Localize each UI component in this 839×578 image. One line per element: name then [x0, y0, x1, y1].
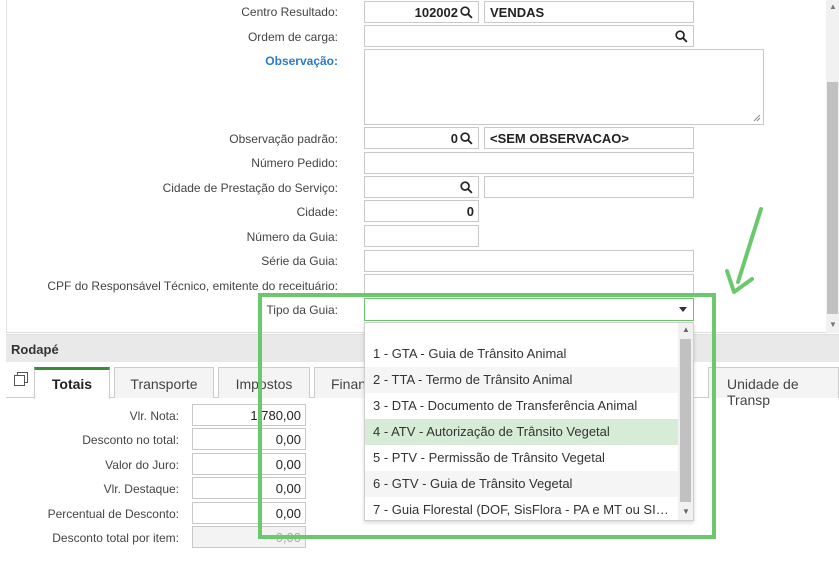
dropdown-option[interactable]: 1 - GTA - Guia de Trânsito Animal [365, 341, 678, 367]
dropdown-option[interactable]: 2 - TTA - Termo de Trânsito Animal [365, 367, 678, 393]
tipo-guia-label: Tipo da Guia: [266, 303, 338, 317]
cidade-prestacao-label: Cidade de Prestação do Serviço: [162, 181, 338, 195]
scroll-up-icon[interactable]: ▲ [682, 325, 690, 334]
observacao-padrao-label: Observação padrão: [229, 132, 338, 146]
observacao-padrao-desc: <SEM OBSERVACAO> [490, 131, 629, 146]
dropdown-option[interactable]: 6 - GTV - Guia de Trânsito Vegetal [365, 471, 678, 497]
tab-totais[interactable]: Totais [34, 367, 110, 399]
scroll-down-icon[interactable]: ▼ [829, 320, 837, 329]
search-icon[interactable] [675, 30, 688, 43]
cidade-label: Cidade: [296, 205, 338, 219]
desconto-por-item-label: Desconto total por item: [52, 531, 179, 545]
vlr-nota-label: Vlr. Nota: [129, 409, 179, 423]
tipo-guia-dropdown: 1 - GTA - Guia de Trânsito Animal 2 - TT… [364, 322, 694, 521]
dropdown-scrollbar-thumb[interactable] [680, 339, 691, 502]
centro-resultado-label: Centro Resultado: [241, 5, 338, 19]
form-scrollbar[interactable]: ▲ ▼ [826, 0, 839, 333]
centro-resultado-desc: VENDAS [490, 5, 545, 20]
centro-resultado-desc-input[interactable]: VENDAS [484, 1, 694, 23]
tab-transporte[interactable]: Transporte [114, 367, 214, 398]
search-icon[interactable] [460, 132, 473, 145]
vlr-destaque-label: Vlr. Destaque: [103, 482, 179, 496]
cpf-responsavel-input[interactable] [364, 274, 694, 296]
form-area: Centro Resultado: 102002 VENDAS Ordem de… [0, 0, 826, 333]
form-scrollbar-thumb[interactable] [827, 82, 838, 314]
dropdown-option[interactable]: 7 - Guia Florestal (DOF, SisFlora - PA e… [365, 497, 678, 523]
numero-guia-label: Número da Guia: [246, 230, 338, 244]
serie-guia-input[interactable] [364, 250, 694, 272]
cidade-value: 0 [466, 204, 474, 219]
tipo-guia-select[interactable] [364, 298, 694, 321]
percentual-desconto-label: Percentual de Desconto: [47, 507, 179, 521]
search-icon[interactable] [460, 181, 473, 194]
vlr-nota-input[interactable]: 1.780,00 [192, 404, 306, 426]
tab-unidade-transporte[interactable]: Unidade de Transp [708, 367, 839, 408]
observacao-textarea[interactable] [364, 49, 764, 125]
dropdown-option[interactable]: 5 - PTV - Permissão de Trânsito Vegetal [365, 445, 678, 471]
cpf-responsavel-label: CPF do Responsável Técnico, emitente do … [47, 279, 338, 293]
dropdown-option[interactable]: 3 - DTA - Documento de Transferência Ani… [365, 393, 678, 419]
search-icon[interactable] [460, 6, 473, 19]
observacao-padrao-code: 0 [450, 131, 458, 146]
observacao-label: Observação: [265, 54, 338, 68]
numero-pedido-label: Número Pedido: [251, 156, 338, 170]
scroll-up-icon[interactable]: ▲ [829, 2, 837, 11]
chevron-down-icon[interactable] [679, 307, 687, 312]
desconto-total-input[interactable]: 0,00 [192, 428, 306, 450]
numero-pedido-input[interactable] [364, 152, 694, 174]
centro-resultado-code: 102002 [414, 5, 458, 20]
scroll-down-icon[interactable]: ▼ [682, 507, 690, 516]
desconto-total-label: Desconto no total: [82, 433, 179, 447]
valor-juro-input[interactable]: 0,00 [192, 453, 306, 475]
resize-handle-icon[interactable] [753, 114, 761, 122]
ordem-carga-label: Ordem de carga: [247, 30, 338, 44]
cidade-input[interactable]: 0 [364, 200, 479, 222]
dropdown-option-highlighted[interactable]: 4 - ATV - Autorização de Trânsito Vegeta… [365, 419, 678, 445]
vlr-destaque-input[interactable]: 0,00 [192, 477, 306, 499]
serie-guia-label: Série da Guia: [261, 254, 338, 268]
copy-icon[interactable] [14, 372, 28, 386]
cidade-prestacao-code-input[interactable] [364, 176, 479, 198]
dropdown-scrollbar[interactable]: ▲ ▼ [678, 323, 693, 520]
valor-juro-label: Valor do Juro: [105, 458, 179, 472]
observacao-padrao-desc-input[interactable]: <SEM OBSERVACAO> [484, 127, 694, 149]
percentual-desconto-input[interactable]: 0,00 [192, 502, 306, 524]
tab-impostos[interactable]: Impostos [218, 367, 310, 398]
numero-guia-input[interactable] [364, 225, 479, 247]
observacao-padrao-code-input[interactable]: 0 [364, 127, 479, 149]
centro-resultado-code-input[interactable]: 102002 [364, 1, 479, 23]
desconto-por-item-input: 0,00 [192, 526, 306, 548]
footer-title: Rodapé [11, 342, 59, 357]
ordem-carga-input[interactable] [364, 25, 694, 47]
cidade-prestacao-desc-input[interactable] [484, 176, 694, 198]
